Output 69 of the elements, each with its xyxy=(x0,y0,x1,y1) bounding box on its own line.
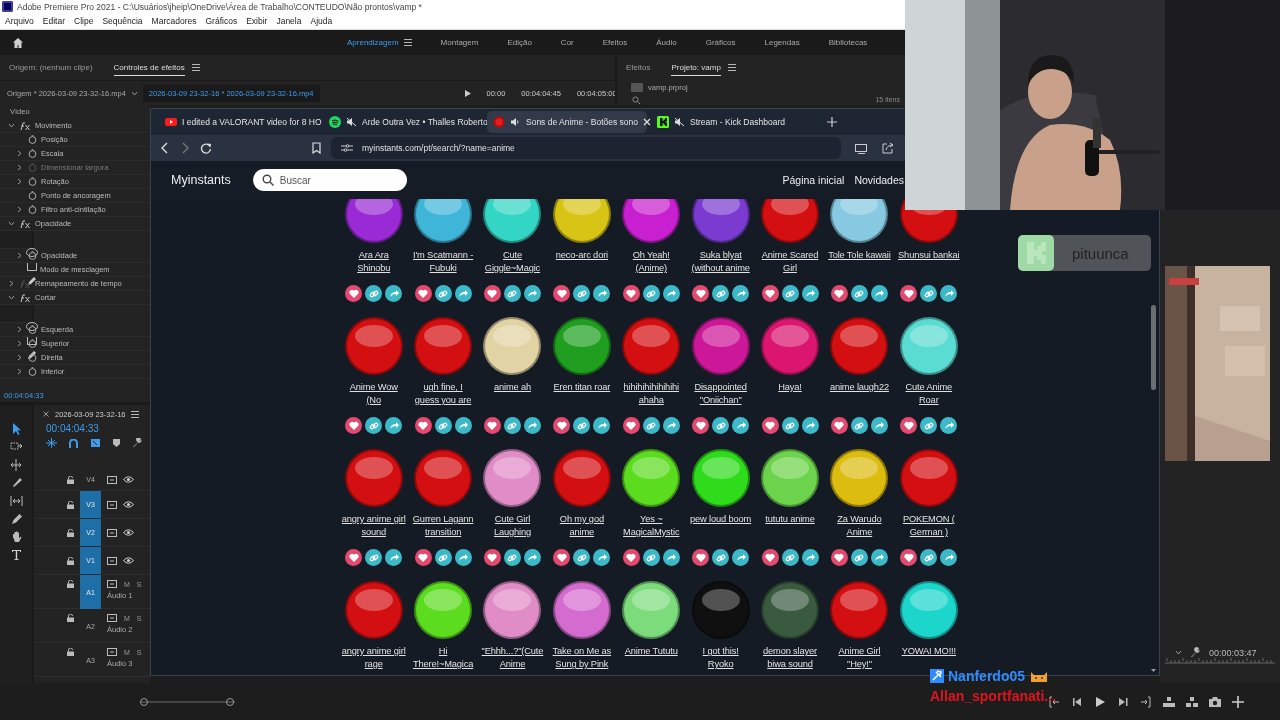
menu-item[interactable]: Clipe xyxy=(74,16,94,26)
sound-link[interactable]: Cute Anime Roar xyxy=(896,381,961,411)
sound-link[interactable]: Cute Girl Laughing xyxy=(480,513,545,543)
sound-link[interactable]: hihihihihihihihi ahaha xyxy=(619,381,684,411)
sound-link[interactable]: angry anime girl rage xyxy=(341,645,406,675)
sound-link[interactable]: Ara Ara Shinobu xyxy=(341,249,406,279)
timecode: 00:04:04:33 xyxy=(45,423,100,436)
sound-link[interactable]: ugh fine, I guess you are xyxy=(411,381,476,411)
menu-item[interactable]: Gráficos xyxy=(205,16,238,26)
window-title: Adobe Premiere Pro 2021 - C:\Usuários\jheip\OneDrive\Área de Trabalho\CONTEUDO\Não prontos\vamp * xyxy=(17,1,422,12)
workspace-tab[interactable]: Áudio xyxy=(656,38,677,47)
sound-link[interactable]: Hi There!~Magica xyxy=(411,645,476,675)
sound-link[interactable]: anime ah xyxy=(480,381,545,411)
nav-link[interactable]: Novidades xyxy=(854,174,904,186)
sound-link[interactable]: angry anime girl sound xyxy=(341,513,406,543)
menu-item[interactable]: Ajuda xyxy=(310,16,333,26)
workspace-tab[interactable]: Edição xyxy=(507,38,532,47)
sound-link[interactable]: pew loud boom xyxy=(688,513,753,543)
sound-link[interactable]: Anime Tututu xyxy=(619,645,684,675)
menu-item[interactable]: Editar xyxy=(42,16,66,26)
search-field[interactable]: Buscar xyxy=(252,169,407,191)
panel-tab[interactable]: Efeitos xyxy=(626,60,651,75)
sound-link[interactable]: neco-arc dori xyxy=(549,249,614,279)
timecode: 00:00:03:47 xyxy=(1209,647,1257,658)
workspace-tab[interactable]: Aprendizagem xyxy=(347,38,399,47)
sound-link[interactable]: Gurren Lagann transition xyxy=(411,513,476,543)
chat-username: Allan_sportfanati... xyxy=(930,688,1057,704)
browser-tab[interactable]: Stream - Kick Dashboard xyxy=(651,111,811,133)
workspace-tab[interactable]: Legendas xyxy=(764,38,800,47)
sound-link[interactable]: Tole Tole kawaii xyxy=(827,249,892,279)
sound-link[interactable]: anime laugh22 xyxy=(827,381,892,411)
sound-link[interactable]: Cute Giggle~Magic xyxy=(480,249,545,279)
sound-link[interactable]: Take on Me as Sung by Pink xyxy=(549,645,614,675)
sound-link[interactable]: Haya! xyxy=(758,381,823,411)
sound-link[interactable]: Oh my god anime xyxy=(549,513,614,543)
workspace-tab[interactable]: Bibliotecas xyxy=(828,38,868,47)
menu-item[interactable]: Arquivo xyxy=(5,16,34,26)
panel-tab[interactable]: Projeto: vamp xyxy=(671,59,721,76)
chat-username: Nanferdo05 xyxy=(948,668,1026,684)
sound-link[interactable]: I'm Scatmann - Fubuki xyxy=(411,249,476,279)
sound-link[interactable]: Eren titan roar xyxy=(549,381,614,411)
sound-link[interactable]: Anime Scared Girl xyxy=(758,249,823,279)
workspace-tab[interactable]: Efeitos xyxy=(602,38,628,47)
site-logo[interactable]: Myinstants xyxy=(171,173,231,187)
sound-link[interactable]: Za Warudo Anime xyxy=(827,513,892,543)
sound-link[interactable]: Yes ~ MagicalMystic xyxy=(619,513,684,543)
browser-tab[interactable]: I edited a VALORANT video for 8 HO xyxy=(159,111,319,133)
sound-link[interactable]: POKEMON ( German ) xyxy=(896,513,961,543)
sound-link[interactable]: I got this! Ryoko xyxy=(688,645,753,675)
address-bar[interactable]: myinstants.com/pt/search/?name=anime xyxy=(331,137,841,159)
panel-tab[interactable]: Controles de efeitos xyxy=(113,59,185,76)
sound-link[interactable]: tututu anime xyxy=(758,513,823,543)
sound-link[interactable]: Anime Wow (No xyxy=(341,381,406,411)
sound-link[interactable]: Disappointed "Oniichan" xyxy=(688,381,753,411)
menu-item[interactable]: Marcadores xyxy=(151,16,197,26)
menu-item[interactable]: Sequência xyxy=(102,16,143,26)
panel-tab[interactable]: Origem: (nenhum clipe) xyxy=(9,60,93,75)
sound-link[interactable]: demon slayer biwa sound xyxy=(758,645,823,675)
menu-item[interactable]: Exibir xyxy=(246,16,268,26)
menu-item[interactable]: Janela xyxy=(276,16,302,26)
sound-link[interactable]: Anime Girl "Hey!" xyxy=(827,645,892,675)
workspace-tab[interactable]: Cor xyxy=(560,38,574,47)
sound-link[interactable]: Shunsui bankai xyxy=(896,249,961,279)
workspace-tab[interactable]: Montagem xyxy=(440,38,479,47)
sound-link[interactable]: Oh Yeah! (Anime) xyxy=(619,249,684,279)
sound-link[interactable]: "Ehhh...?"(Cute Anime xyxy=(480,645,545,675)
nav-link[interactable]: Página inicial xyxy=(782,174,845,186)
sound-link[interactable]: Suka blyat (without anime xyxy=(688,249,753,279)
workspace-tab[interactable]: Gráficos xyxy=(705,38,736,47)
